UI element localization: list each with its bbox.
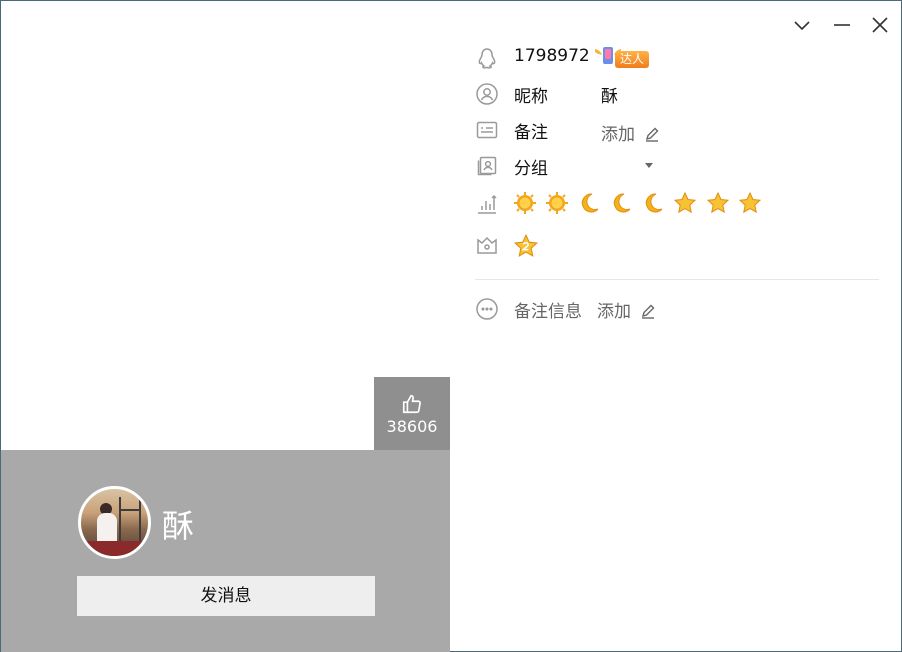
more-circle-icon (476, 298, 498, 320)
remark-info-add-link[interactable]: 添加 (597, 297, 656, 322)
send-message-button[interactable]: 发消息 (77, 576, 375, 616)
star-icon (674, 191, 697, 214)
chevron-down-icon[interactable] (790, 13, 814, 37)
nickname-value: 酥 (601, 87, 618, 107)
avatar-photo-detail (119, 497, 141, 541)
remark-info-add-label: 添加 (597, 302, 631, 322)
remark-add-link[interactable]: 添加 (601, 120, 660, 145)
caret-down-icon[interactable] (645, 163, 653, 168)
star-icon (738, 191, 761, 214)
profile-nickname: 酥 (162, 507, 195, 545)
vip-row (475, 231, 555, 261)
star-icon (706, 191, 729, 214)
penguin-icon (478, 48, 496, 69)
group-row: 分组 (475, 152, 879, 182)
remark-label: 备注 (514, 123, 548, 143)
level-chart-icon (478, 194, 497, 214)
moon-icon (646, 193, 663, 213)
profile-footer (1, 450, 450, 652)
person-circle-icon (476, 83, 498, 105)
section-divider (475, 279, 879, 280)
pencil-icon (646, 127, 659, 142)
thumbs-up-icon (402, 394, 421, 414)
sun-icon (546, 192, 569, 214)
qq-number: 1798972 (514, 46, 590, 66)
remark-row: 备注 添加 (475, 116, 879, 146)
level-icons[interactable] (513, 191, 765, 217)
id-card-icon (476, 121, 498, 139)
group-label: 分组 (514, 159, 548, 179)
close-icon[interactable] (868, 13, 892, 37)
remark-info-label: 备注信息 (514, 302, 582, 322)
moon-icon (582, 193, 599, 213)
like-button[interactable]: 38606 (374, 377, 450, 450)
level-row (475, 190, 505, 220)
contacts-group-icon (477, 156, 497, 176)
remark-add-label: 添加 (601, 125, 635, 145)
talent-badge-label: 达人 (615, 51, 649, 68)
nickname-row: 昵称 酥 (475, 80, 879, 110)
talent-badge[interactable]: 达人 (593, 45, 651, 69)
nickname-label: 昵称 (514, 87, 548, 107)
profile-window: 38606 酥 发消息 1798972 达人 昵称 酥 备注 添加 分组 备注信… (0, 0, 902, 652)
crown-icon (477, 236, 497, 254)
vip-2-star-icon[interactable] (513, 233, 539, 259)
pencil-icon (642, 304, 655, 319)
remark-info-row: 备注信息 添加 (475, 295, 879, 325)
sun-icon (514, 192, 536, 214)
avatar[interactable] (78, 486, 151, 559)
qq-number-row: 1798972 (475, 44, 879, 74)
minimize-icon[interactable] (830, 13, 854, 37)
like-count: 38606 (386, 417, 438, 436)
moon-icon (614, 193, 631, 213)
